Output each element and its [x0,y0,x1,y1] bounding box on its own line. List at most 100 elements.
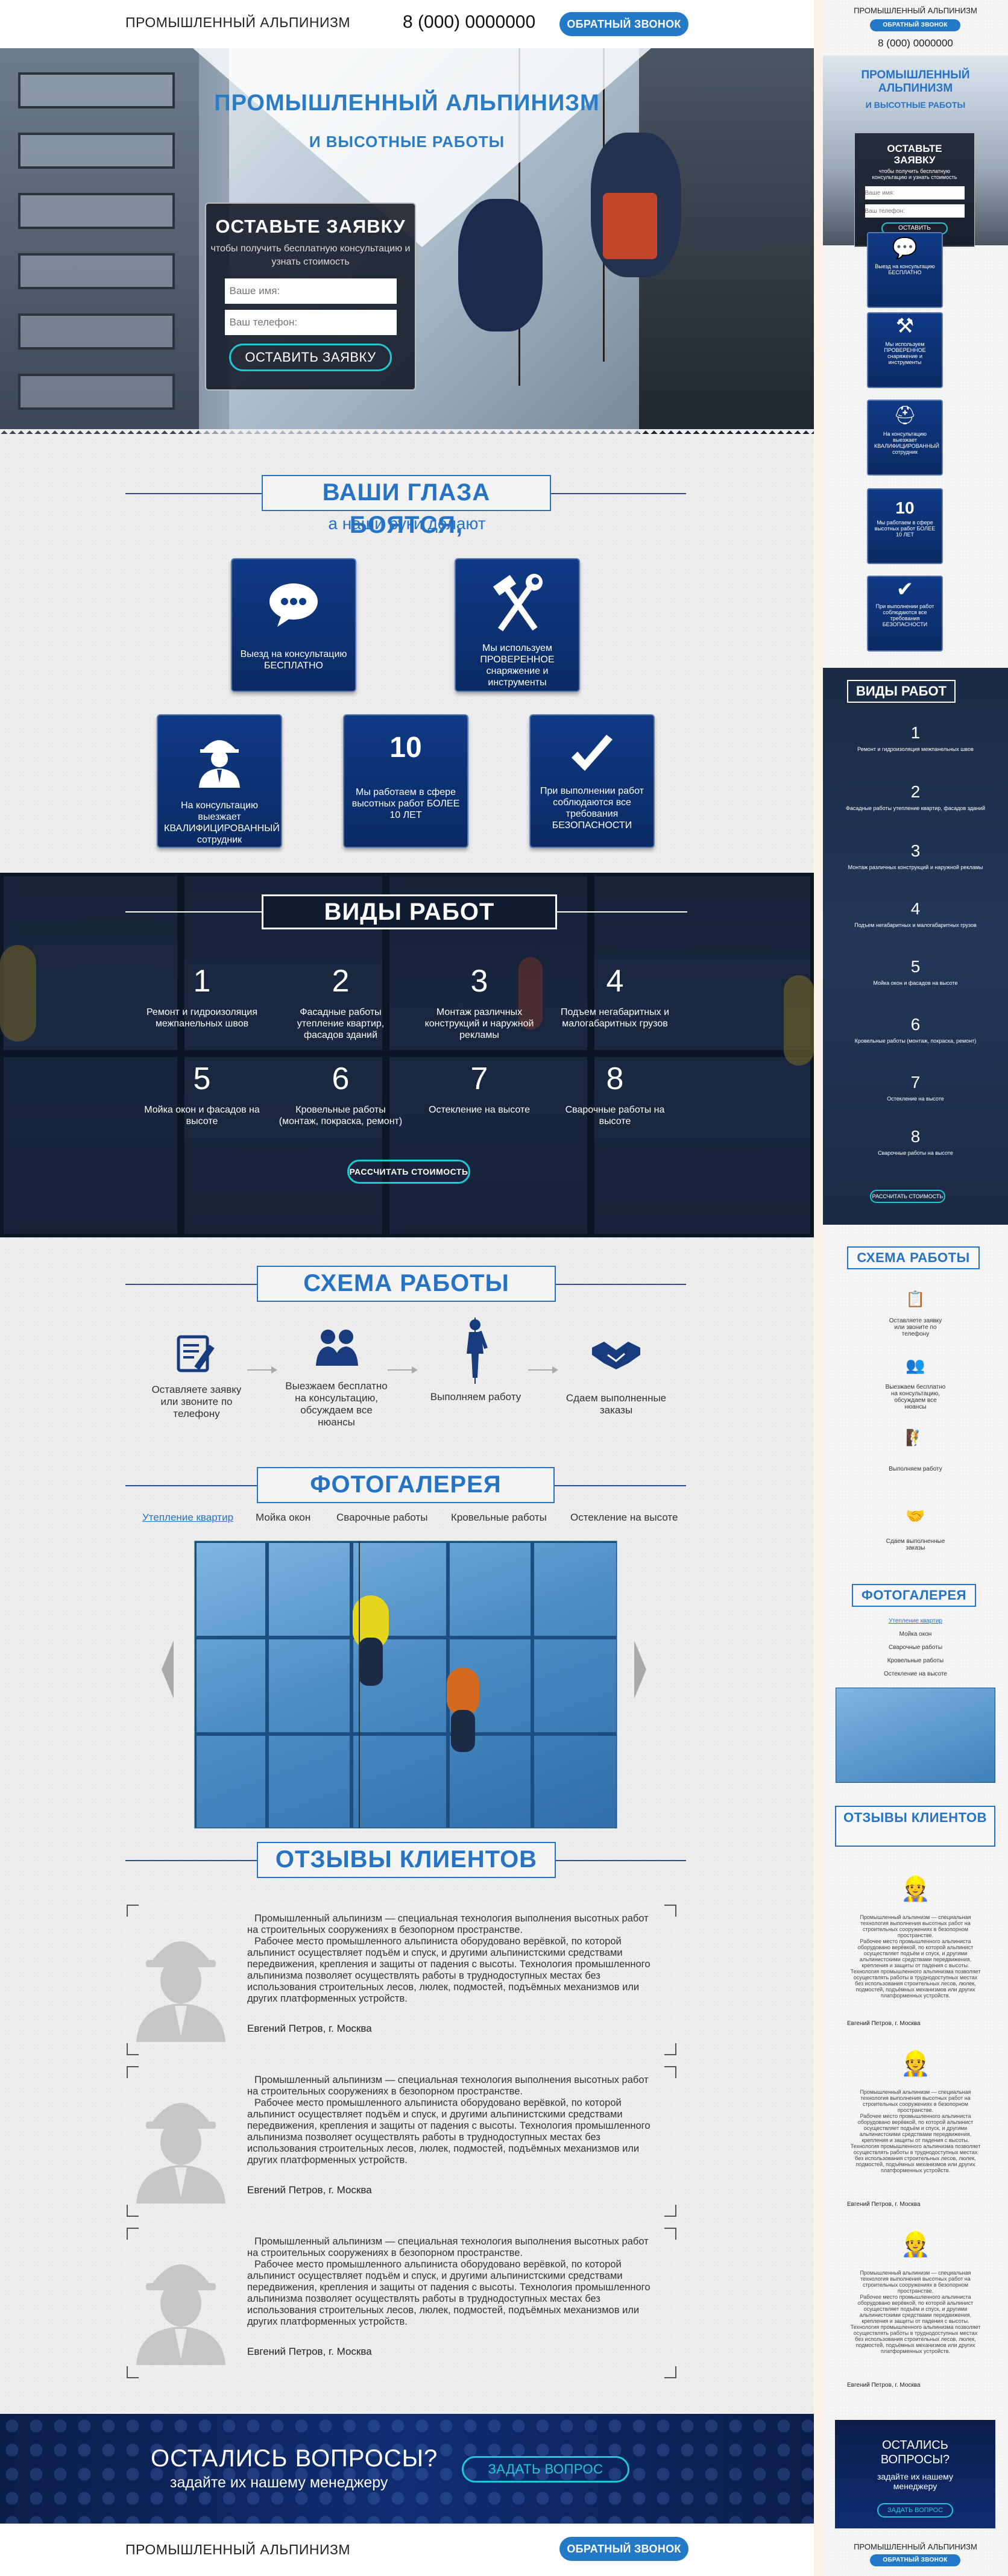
feature-text: Выезд на консультацию БЕСПЛАТНО [240,649,347,671]
m-feature-card: ✔ При выполнении работ соблюдаются все тр… [867,576,943,652]
m-phone[interactable]: 8 (000) 0000000 [823,37,1008,49]
arrow-right-icon [388,1366,418,1374]
m-review-text: Промышленный альпинизм — специальная тех… [860,1914,971,1938]
review-author: Евгений Петров, г. Москва [247,2184,372,2196]
layout-gap [814,0,823,2576]
m-work-text: Кровельные работы (монтаж, покраска, рем… [854,1038,977,1044]
avatar-worker-icon [133,2238,229,2365]
feature-card-equipment: Мы используем ПРОВЕРЕННОЕ снаряжение и и… [455,558,580,692]
desktop-layout: ПРОМЫШЛЕННЫЙ АЛЬПИНИЗМ 8 (000) 0000000 О… [0,0,814,2576]
works-title: ВИДЫ РАБОТ [262,894,557,929]
m-name-input[interactable] [865,186,965,199]
work-number: 5 [193,1061,211,1096]
feature-card-years: 10 Мы работаем в сфере высотных работ БО… [343,714,468,848]
m-phone-input[interactable] [865,204,965,218]
gallery-tab[interactable]: Кровельные работы [451,1512,547,1524]
request-form: ОСТАВЬТЕ ЗАЯВКУ чтобы получить бесплатну… [205,203,416,391]
calculate-cost-button[interactable]: РАССЧИТАТЬ СТОИМОСТЬ [347,1160,470,1184]
m-gallery-tab[interactable]: Сварочные работы [823,1644,1008,1651]
gallery-prev-arrow-icon[interactable] [162,1641,174,1698]
m-step-text: Оставляете заявку или звоните по телефон… [889,1318,942,1337]
form-title: ОСТАВЬТЕ ЗАЯВКУ [215,216,406,237]
meeting-people-icon [313,1324,359,1372]
name-input[interactable] [224,278,397,304]
review-author: Евгений Петров, г. Москва [247,2023,372,2034]
hammer-wrench-icon [456,571,579,641]
phone-input[interactable] [224,310,397,335]
form-pencil-icon [175,1333,217,1378]
m-works-title: ВИДЫ РАБОТ [847,680,956,703]
m-review-text: Рабочее место промышленного альпиниста о… [850,2113,981,2173]
m-gallery-tab[interactable]: Кровельные работы [823,1657,1008,1664]
gallery-photo [194,1541,617,1829]
reviews-title: ОТЗЫВЫ КЛИЕНТОВ [257,1842,556,1878]
m-review-text: Рабочее место промышленного альпиниста о… [850,2294,981,2354]
gallery-tab[interactable]: Остекление на высоте [570,1512,678,1524]
m-ask-question-button[interactable]: ЗАДАТЬ ВОПРОС [877,2503,953,2518]
gallery-tab-active[interactable]: Утепление квартир [142,1512,233,1524]
climber-icon: 🧗 [906,1428,925,1447]
review-text: Промышленный альпинизм — специальная тех… [247,1913,649,1935]
m-review-author: Евгений Петров, г. Москва [847,2201,921,2208]
hero-section: ПРОМЫШЛЕННЫЙ АЛЬПИНИЗМ И ВЫСОТНЫЕ РАБОТЫ… [0,48,814,434]
gallery-tab[interactable]: Мойка окон [256,1512,310,1524]
feature-text: Мы используем ПРОВЕРЕННОЕ снаряжение и и… [480,643,555,688]
cta-title: ОСТАЛИСЬ ВОПРОСЫ? [151,2445,438,2472]
work-number: 3 [470,964,488,999]
m-review-text: Промышленный альпинизм — специальная тех… [860,2270,971,2294]
feature-text: На консультацию выезжает КВАЛИФИЦИРОВАНН… [164,800,280,845]
step-text: Оставляете заявку или звоните по телефон… [151,1384,242,1419]
step-text: Выезжаем бесплатно на консультацию, обсу… [285,1380,388,1428]
m-footer-brand: ПРОМЫШЛЕННЫЙ АЛЬПИНИЗМ [854,2542,977,2551]
handshake-icon: 🤝 [906,1507,925,1525]
footer-callback-button[interactable]: ОБРАТНЫЙ ЗВОНОК [559,2537,688,2561]
m-gallery-tab[interactable]: Остекление на высоте [823,1671,1008,1677]
m-work-number: 7 [910,1073,921,1092]
m-brand: ПРОМЫШЛЕННЫЙ АЛЬПИНИЗМ [854,6,977,15]
m-review-text: Рабочее место промышленного альпиниста о… [850,1938,981,1999]
m-step-text: Выполняем работу [889,1466,942,1472]
cta-subtitle: задайте их нашему менеджеру [170,2474,388,2491]
review-author: Евгений Петров, г. Москва [247,2346,372,2357]
feature-card-qualified: На консультацию выезжает КВАЛИФИЦИРОВАНН… [157,714,282,848]
m-gallery-tab[interactable]: Утепление квартир [823,1618,1008,1624]
review-text: Промышленный альпинизм — специальная тех… [247,2075,649,2097]
m-feature-text: Мы используем ПРОВЕРЕННОЕ снаряжение и и… [884,341,926,365]
callback-button[interactable]: ОБРАТНЫЙ ЗВОНОК [559,12,688,36]
submit-request-button[interactable]: ОСТАВИТЬ ЗАЯВКУ [229,344,392,371]
work-number: 4 [606,964,624,999]
m-work-text: Подъем негабаритных и малогабаритных гру… [854,922,977,928]
m-callback-button[interactable]: ОБРАТНЫЙ ЗВОНОК [870,19,960,31]
works-section: ВИДЫ РАБОТ 1 Ремонт и гидроизоляция межп… [0,873,814,1237]
checkmark-icon: ✔ [896,578,914,601]
gallery-tab[interactable]: Сварочные работы [336,1512,427,1524]
site-header: ПРОМЫШЛЕННЫЙ АЛЬПИНИЗМ 8 (000) 0000000 О… [0,0,814,48]
m-works-section: ВИДЫ РАБОТ 1 Ремонт и гидроизоляция межп… [823,668,1008,1225]
m-work-text: Остекление на высоте [887,1096,944,1102]
work-text: Ремонт и гидроизоляция межпанельных швов [146,1007,258,1029]
avatar-worker-icon [133,2077,229,2204]
m-footer-callback[interactable]: ОБРАТНЫЙ ЗВОНОК [870,2554,960,2566]
ask-question-button[interactable]: ЗАДАТЬ ВОПРОС [462,2456,629,2483]
work-number: 1 [193,964,211,999]
phone-number[interactable]: 8 (000) 0000000 [403,12,535,33]
feature-card-safety: При выполнении работ соблюдаются все тре… [529,714,655,848]
m-calculate-button[interactable]: РАССЧИТАТЬ СТОИМОСТЬ [870,1190,945,1203]
m-work-number: 1 [910,723,921,742]
features-subtitle: а наши руки делают [328,514,486,533]
work-text: Подъем негабаритных и малогабаритных гру… [560,1007,670,1029]
worker-helmet-icon: ⛑ [893,406,917,426]
review-text: Промышленный альпинизм — специальная тех… [247,2236,649,2258]
review-card: Промышленный альпинизм — специальная тех… [124,2064,679,2219]
m-request-form: ОСТАВЬТЕ ЗАЯВКУ чтобы получить бесплатну… [854,133,975,247]
gallery-next-arrow-icon[interactable] [634,1641,646,1698]
review-card: Промышленный альпинизм — специальная тех… [124,2225,679,2381]
features-title: ВАШИ ГЛАЗА БОЯТСЯ, [262,475,551,538]
climber-icon [457,1318,493,1387]
work-text: Сварочные работы на высоте [565,1105,665,1126]
work-number: 2 [332,964,350,999]
m-feature-text: Выезд на консультацию БЕСПЛАТНО [875,263,935,275]
gallery-title: ФОТОГАЛЕРЕЯ [257,1467,555,1503]
m-gallery-tab[interactable]: Мойка окон [823,1631,1008,1638]
arrow-right-icon [528,1366,558,1374]
